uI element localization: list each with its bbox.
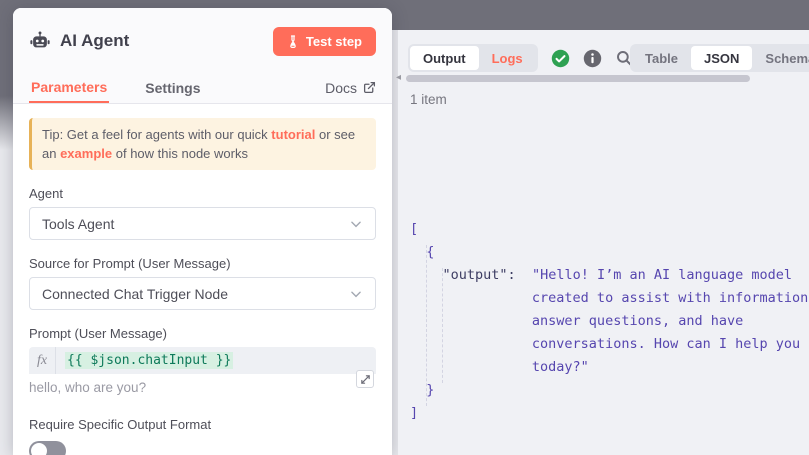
view-mode-tabs: Table JSON Schema xyxy=(630,44,809,72)
tip-banner: Tip: Get a feel for agents with our quic… xyxy=(29,118,376,170)
example-link[interactable]: example xyxy=(60,146,112,161)
tab-schema[interactable]: Schema xyxy=(752,46,809,70)
external-link-icon xyxy=(363,81,376,94)
tab-parameters[interactable]: Parameters xyxy=(29,72,109,103)
expand-expression-icon[interactable] xyxy=(356,370,374,388)
flask-icon xyxy=(287,35,299,48)
canvas-dim-fade xyxy=(0,30,13,150)
prompt-field-label: Prompt (User Message) xyxy=(29,326,376,341)
test-step-button[interactable]: Test step xyxy=(273,27,376,56)
indent-guide xyxy=(442,268,443,383)
chevron-down-icon xyxy=(349,217,363,231)
page-title: AI Agent xyxy=(60,31,273,51)
horizontal-scrollbar[interactable]: ◂ xyxy=(402,75,750,82)
source-field-label: Source for Prompt (User Message) xyxy=(29,256,376,271)
tab-settings[interactable]: Settings xyxy=(143,72,202,103)
output-logs-tabs: Output Logs xyxy=(408,44,538,72)
prompt-expression-field[interactable]: fx {{ $json.chatInput }} xyxy=(29,347,376,374)
toggle-knob xyxy=(31,443,47,455)
node-settings-panel: AI Agent Test step Parameters Settings D… xyxy=(13,8,392,455)
prompt-source-select[interactable]: Connected Chat Trigger Node xyxy=(29,277,376,310)
output-format-label: Require Specific Output Format xyxy=(29,417,376,432)
scroll-left-arrow-icon[interactable]: ◂ xyxy=(396,72,401,83)
tab-json[interactable]: JSON xyxy=(691,46,752,70)
tab-table[interactable]: Table xyxy=(632,46,691,70)
tutorial-link[interactable]: tutorial xyxy=(271,127,315,142)
node-header: AI Agent Test step Parameters Settings D… xyxy=(13,8,392,104)
tab-output[interactable]: Output xyxy=(410,46,479,70)
chevron-down-icon xyxy=(349,287,363,301)
items-count: 1 item xyxy=(410,92,447,107)
indent-guide xyxy=(426,245,427,406)
fx-badge: fx xyxy=(29,347,56,374)
node-tabs: Parameters Settings Docs xyxy=(29,72,376,103)
tab-logs[interactable]: Logs xyxy=(479,46,536,70)
json-code: [ { "output": "Hello! I’m an AI language… xyxy=(410,218,809,425)
agent-field-label: Agent xyxy=(29,186,376,201)
expression-value[interactable]: {{ $json.chatInput }} xyxy=(65,352,233,369)
output-format-toggle[interactable] xyxy=(29,441,66,455)
robot-icon xyxy=(29,30,51,52)
expression-preview-text: hello, who are you? xyxy=(29,380,376,395)
agent-select[interactable]: Tools Agent xyxy=(29,207,376,240)
docs-link[interactable]: Docs xyxy=(325,80,376,96)
scrollbar-thumb[interactable] xyxy=(406,75,750,82)
info-icon[interactable] xyxy=(583,49,602,68)
output-panel: Output Logs Table JSON Schema xyxy=(398,30,809,455)
success-check-icon xyxy=(551,49,570,68)
json-output-view: [ { "output": "Hello! I’m an AI language… xyxy=(410,126,809,455)
